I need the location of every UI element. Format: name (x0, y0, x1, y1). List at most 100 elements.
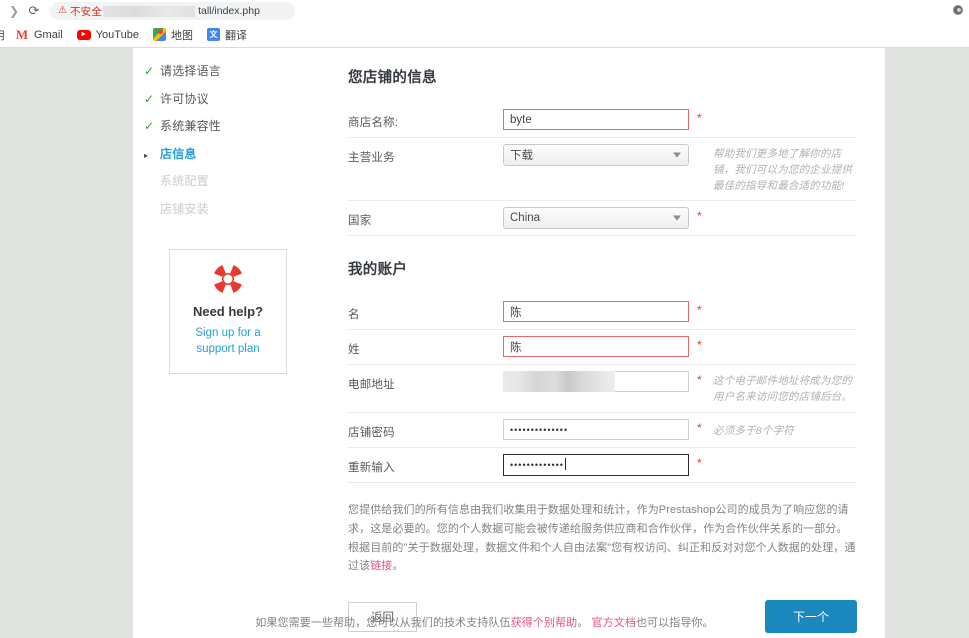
first-name-label: 名 (348, 309, 360, 322)
required-asterisk: * (697, 209, 702, 224)
main-activity-label: 主营业务 (348, 152, 395, 164)
reload-icon[interactable]: ⟳ (24, 1, 44, 21)
url-text: tall/index.php (198, 5, 260, 17)
bookmark-item-maps[interactable]: 地图 (152, 27, 193, 43)
shop-info-section-title: 您店铺的信息 (348, 70, 437, 86)
main-activity-selected-value: 下载 (510, 150, 533, 162)
chevron-down-icon (673, 215, 681, 221)
page-background: ✓ 请选择语言 ✓ 许可协议 ✓ 系统兼容性 ▸ 店信息 系统配置 店铺安装 N… (0, 48, 969, 638)
footer-text-2: 。 (577, 617, 592, 629)
security-status-label: 不安全 (69, 5, 103, 18)
sidebar-step-label: 许可协议 (160, 91, 209, 106)
field-row-main-activity: 主营业务 下载 帮助我们更多地了解你的店铺，我们可以为您的企业提供最佳的指导和最… (348, 138, 857, 202)
footer-text-1: 如果您需要一些帮助，您可以从我们的技术支持队伍 (255, 617, 511, 629)
installer-form: 您店铺的信息 商店名称: * 主营业务 下载 帮助我们更多地了解你的店 (340, 48, 885, 638)
check-icon: ✓ (144, 64, 155, 78)
forward-arrow-icon[interactable]: ❯ (4, 1, 24, 21)
password-hint: 必须多于8个字符 (713, 424, 794, 437)
sidebar-step-label: 系统兼容性 (160, 119, 222, 133)
sidebar-step-label: 店信息 (160, 146, 197, 161)
field-row-first-name: 名 * (348, 295, 857, 331)
required-asterisk: * (697, 455, 702, 470)
footer-link-individual-help[interactable]: 获得个别帮助 (511, 617, 578, 629)
email-hint: 这个电子邮件地址将成为您的用户名来访问您的店铺后台。 (713, 375, 853, 403)
google-translate-icon: 文 (206, 28, 220, 41)
sidebar-step-language[interactable]: ✓ 请选择语言 (144, 62, 340, 90)
main-activity-hint: 帮助我们更多地了解你的店铺，我们可以为您的企业提供最佳的指导和最合适的功能! (713, 148, 853, 192)
youtube-icon: ► (76, 29, 91, 40)
email-label: 电邮地址 (348, 379, 395, 392)
google-maps-icon (152, 28, 166, 41)
address-bar[interactable]: ⚠ 不安全 tall/index.php (50, 2, 295, 20)
gmail-icon: M (15, 26, 29, 42)
support-plan-link[interactable]: Sign up for a support plan (178, 326, 278, 357)
shop-name-label: 商店名称: (348, 117, 399, 129)
required-asterisk: * (697, 338, 702, 353)
sidebar-step-system-config[interactable]: 系统配置 (144, 172, 340, 200)
country-selected-value: China (510, 212, 541, 225)
bookmark-item-partial[interactable]: 用 (0, 27, 5, 43)
check-icon: ✓ (144, 119, 155, 133)
need-help-box: Need help? Sign up for a support plan (169, 249, 287, 375)
account-section-title: 我的账户 (348, 262, 408, 279)
field-row-password: 店铺密码 •••••••••••••• * 必须多于8个字符 (348, 413, 857, 448)
field-row-password-confirm: 重新输入 ••••••••••••• * (348, 448, 857, 483)
password-confirm-input[interactable]: ••••••••••••• (503, 453, 689, 476)
chevron-down-icon (673, 152, 681, 158)
password-input[interactable]: •••••••••••••• (503, 418, 689, 440)
field-row-country: 国家 China * (348, 201, 857, 237)
field-row-last-name: 姓 * (348, 330, 857, 366)
last-name-label: 姓 (348, 344, 360, 357)
main-activity-select[interactable]: 下载 (503, 144, 689, 166)
password-confirm-label: 重新输入 (348, 461, 395, 474)
profile-avatar-icon[interactable] (953, 5, 963, 15)
country-label: 国家 (348, 215, 372, 228)
required-asterisk: * (697, 420, 702, 435)
field-row-shop-name: 商店名称: * (348, 103, 857, 138)
footer-help-text: 如果您需要一些帮助，您可以从我们的技术支持队伍获得个别帮助。 官方文档也可以指导… (0, 614, 969, 630)
bookmark-label: YouTube (95, 28, 139, 41)
footer-link-official-docs[interactable]: 官方文档 (592, 617, 636, 629)
bookmark-item-gmail[interactable]: M Gmail (15, 26, 63, 42)
bookmarks-bar: 用 M Gmail ► YouTube 地图 文 翻译 (0, 22, 969, 48)
email-redaction-block (503, 371, 615, 393)
bookmark-label: 地图 (170, 29, 193, 42)
lifebuoy-icon (213, 264, 243, 294)
sidebar-step-compatibility[interactable]: ✓ 系统兼容性 (144, 117, 340, 145)
sidebar-step-shop-info[interactable]: ▸ 店信息 (144, 145, 340, 173)
sidebar-step-shop-install[interactable]: 店铺安装 (144, 200, 340, 228)
bookmark-label: 翻译 (224, 29, 247, 42)
bookmark-item-youtube[interactable]: ► YouTube (76, 28, 139, 41)
support-plan-link-line1: Sign up for a (195, 327, 261, 339)
browser-toolbar: ❯ ⟳ ⚠ 不安全 tall/index.php (0, 0, 969, 22)
url-redaction-block (103, 5, 196, 17)
sidebar-step-label: 店铺安装 (160, 201, 209, 216)
field-row-email: 电邮地址 * 这个电子邮件地址将成为您的用户名来访问您的店铺后台。 (348, 365, 857, 413)
privacy-text-1: 您提供给我们的所有信息由我们收集用于数据处理和统计，作为Prestashop公司… (348, 503, 856, 573)
password-label: 店铺密码 (348, 426, 395, 439)
caret-right-icon: ▸ (144, 150, 149, 160)
bookmark-item-translate[interactable]: 文 翻译 (206, 27, 247, 43)
first-name-input[interactable] (503, 301, 689, 323)
password-masked-value: •••••••••••••• (510, 424, 569, 435)
shop-name-input[interactable] (503, 109, 689, 130)
sidebar-step-label: 请选择语言 (160, 64, 222, 78)
required-asterisk: * (697, 111, 702, 125)
privacy-text-2: 。 (392, 560, 404, 573)
required-asterisk: * (697, 373, 702, 388)
password-confirm-masked-value: ••••••••••••• (510, 459, 564, 470)
support-plan-link-line2: support plan (196, 342, 260, 355)
country-select[interactable]: China (503, 207, 689, 230)
privacy-link[interactable]: 链接 (370, 560, 392, 572)
browser-chrome: ❯ ⟳ ⚠ 不安全 tall/index.php 用 M Gmail ► You… (0, 0, 969, 48)
bookmark-label: 用 (0, 27, 5, 43)
text-cursor (564, 457, 566, 470)
bookmark-label: Gmail (34, 28, 63, 41)
last-name-input[interactable] (503, 336, 689, 358)
need-help-title: Need help? (192, 304, 264, 319)
warning-triangle-icon: ⚠ (58, 5, 67, 16)
installer-content-sheet: ✓ 请选择语言 ✓ 许可协议 ✓ 系统兼容性 ▸ 店信息 系统配置 店铺安装 N… (133, 48, 885, 638)
sidebar-step-license[interactable]: ✓ 许可协议 (144, 90, 340, 118)
required-asterisk: * (697, 303, 702, 318)
sidebar-step-label: 系统配置 (160, 174, 209, 188)
